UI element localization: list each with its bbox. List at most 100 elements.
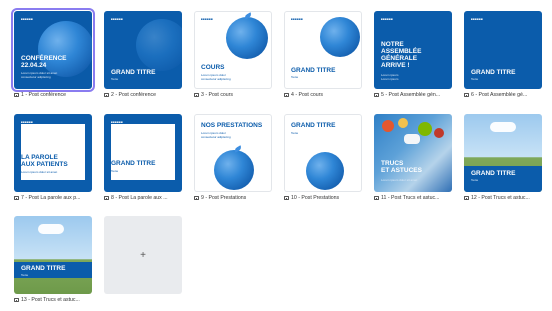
- page-card-6[interactable]: ■■■■■■ GRAND TITRE Texte 6 - Post Assemb…: [464, 11, 542, 98]
- page-thumbnail-11[interactable]: TRUCS ET ASTUCES Lorem ipsum dolor sit a…: [374, 114, 452, 192]
- thumbnail-heading: GRAND TITRE: [291, 67, 336, 74]
- page-label-1[interactable]: 1 - Post conférence: [14, 91, 94, 99]
- thumbnail-subtext: Texte: [21, 273, 29, 277]
- page-icon: [374, 93, 379, 97]
- thumbnail-heading: NOTRE ASSEMBLÉE GÉNÉRALE ARRIVE !: [381, 41, 422, 69]
- apple-image: [226, 17, 268, 59]
- thumbnail-heading: GRAND TITRE: [111, 160, 156, 167]
- page-card-3[interactable]: ■■■■■■ COURS Lorem ipsum dolor consectet…: [194, 11, 272, 98]
- brand-logo: ■■■■■■: [111, 120, 124, 124]
- page-thumbnail-9[interactable]: NOS PRESTATIONS Lorem ipsum dolor consec…: [194, 114, 272, 192]
- page-thumbnail-12[interactable]: GRAND TITRE Texte: [464, 114, 542, 192]
- page-label-6[interactable]: 6 - Post Assemblée gé...: [464, 91, 544, 99]
- page-card-2[interactable]: ■■■■■■ GRAND TITRE Texte 2 - Post confér…: [104, 11, 182, 98]
- cloud-shape: [38, 224, 64, 234]
- thumbnail-heading: GRAND TITRE: [471, 69, 516, 76]
- thumbnail-subtext: Texte: [471, 77, 479, 81]
- page-label-12[interactable]: 12 - Post Trucs et astuc...: [464, 194, 544, 202]
- page-label-4[interactable]: 4 - Post cours: [284, 91, 364, 99]
- thumbnail-heading: COURS: [201, 64, 225, 71]
- page-icon: [14, 93, 19, 97]
- thumbnail-subtext: Lorem ipsum dolor sit amet consectetur a…: [21, 71, 58, 79]
- apple-image: [136, 19, 182, 71]
- speech-box: [111, 124, 175, 180]
- page-icon: [194, 93, 199, 97]
- page-thumbnail-10[interactable]: GRAND TITRE Texte: [284, 114, 362, 192]
- thumbnail-subtext: Texte: [291, 75, 299, 79]
- brand-logo: ■■■■■■: [21, 120, 34, 124]
- brand-logo: ■■■■■■: [21, 17, 34, 21]
- fruit-shape: [398, 118, 408, 128]
- brand-logo: ■■■■■■: [111, 17, 124, 21]
- page-label-5[interactable]: 5 - Post Assemblée gén...: [374, 91, 454, 99]
- page-card-13[interactable]: GRAND TITRE Texte 13 - Post Trucs et ast…: [14, 216, 92, 303]
- page-card-1[interactable]: ■■■■■■ CONFÉRENCE 22.04.24 Lorem ipsum d…: [11, 8, 95, 98]
- fruit-shape: [418, 122, 432, 136]
- page-label-11[interactable]: 11 - Post Trucs et astuc...: [374, 194, 454, 202]
- thumbnail-heading: GRAND TITRE: [21, 265, 66, 272]
- page-label-10[interactable]: 10 - Post Prestations: [284, 194, 364, 202]
- apple-image: [214, 150, 254, 190]
- thumbnail-subtext: Lorem ipsum dolor consectetur adipiscing: [201, 73, 231, 81]
- thumbnail-subtext: Lorem ipsum dolor consectetur adipiscing: [201, 131, 231, 139]
- thumbnail-subtext: Lorem ipsum Lorem ipsum: [381, 73, 399, 81]
- page-icon: [194, 196, 199, 200]
- page-thumbnail-5[interactable]: ■■■■■■ NOTRE ASSEMBLÉE GÉNÉRALE ARRIVE !…: [374, 11, 452, 89]
- page-card-7[interactable]: ■■■■■■ LA PAROLE AUX PATIENTS Lorem ipsu…: [14, 114, 92, 201]
- page-thumbnail-13[interactable]: GRAND TITRE Texte: [14, 216, 92, 294]
- add-page-button[interactable]: +: [104, 216, 182, 294]
- page-icon: [464, 93, 469, 97]
- cloud-shape: [490, 122, 516, 132]
- thumbnail-subtext: Lorem ipsum dolor sit amet: [381, 178, 418, 182]
- page-thumbnail-2[interactable]: ■■■■■■ GRAND TITRE Texte: [104, 11, 182, 89]
- brand-logo: ■■■■■■: [471, 17, 484, 21]
- apple-image: [306, 152, 344, 190]
- page-thumbnail-1[interactable]: ■■■■■■ CONFÉRENCE 22.04.24 Lorem ipsum d…: [11, 8, 95, 92]
- page-thumbnail-8[interactable]: ■■■■■■ GRAND TITRE Texte: [104, 114, 182, 192]
- page-label-7[interactable]: 7 - Post La parole aux p...: [14, 194, 94, 202]
- page-label-9[interactable]: 9 - Post Prestations: [194, 194, 274, 202]
- thumbnail-heading: LA PAROLE AUX PATIENTS: [21, 154, 68, 168]
- page-thumbnail-4[interactable]: ■■■■■■ GRAND TITRE Texte: [284, 11, 362, 89]
- thumbnail-subtext: Texte: [111, 169, 119, 173]
- thumbnail-subtext: Texte: [111, 77, 119, 81]
- thumbnail-heading: GRAND TITRE: [111, 69, 156, 76]
- fruit-shape: [434, 128, 444, 138]
- page-icon: [284, 196, 289, 200]
- page-icon: [284, 93, 289, 97]
- page-label-13[interactable]: 13 - Post Trucs et astuc...: [14, 296, 94, 304]
- thumbnail-subtext: Texte: [291, 131, 299, 135]
- page-icon: [464, 196, 469, 200]
- page-thumbnail-grid: ■■■■■■ CONFÉRENCE 22.04.24 Lorem ipsum d…: [0, 0, 552, 311]
- apple-image: [320, 17, 360, 57]
- page-card-11[interactable]: TRUCS ET ASTUCES Lorem ipsum dolor sit a…: [374, 114, 452, 201]
- thumbnail-heading: CONFÉRENCE 22.04.24: [21, 55, 67, 69]
- thumbnail-heading: NOS PRESTATIONS: [201, 122, 263, 129]
- fruit-shape: [382, 120, 394, 132]
- page-thumbnail-6[interactable]: ■■■■■■ GRAND TITRE Texte: [464, 11, 542, 89]
- thumbnail-heading: GRAND TITRE: [291, 122, 336, 129]
- page-icon: [14, 196, 19, 200]
- plus-icon: +: [140, 249, 146, 261]
- page-label-3[interactable]: 3 - Post cours: [194, 91, 274, 99]
- page-icon: [104, 93, 109, 97]
- page-thumbnail-7[interactable]: ■■■■■■ LA PAROLE AUX PATIENTS Lorem ipsu…: [14, 114, 92, 192]
- page-card-10[interactable]: GRAND TITRE Texte 10 - Post Prestations: [284, 114, 362, 201]
- brand-logo: ■■■■■■: [291, 17, 304, 21]
- page-icon: [374, 196, 379, 200]
- thumbnail-subtext: Texte: [471, 178, 479, 182]
- thumbnail-heading: GRAND TITRE: [471, 170, 516, 177]
- page-card-5[interactable]: ■■■■■■ NOTRE ASSEMBLÉE GÉNÉRALE ARRIVE !…: [374, 11, 452, 98]
- page-thumbnail-3[interactable]: ■■■■■■ COURS Lorem ipsum dolor consectet…: [194, 11, 272, 89]
- brand-logo: ■■■■■■: [381, 17, 394, 21]
- page-card-4[interactable]: ■■■■■■ GRAND TITRE Texte 4 - Post cours: [284, 11, 362, 98]
- page-card-8[interactable]: ■■■■■■ GRAND TITRE Texte 8 - Post La par…: [104, 114, 182, 201]
- thumbnail-subtext: Lorem ipsum dolor sit amet: [21, 170, 58, 174]
- page-card-12[interactable]: GRAND TITRE Texte 12 - Post Trucs et ast…: [464, 114, 542, 201]
- page-card-9[interactable]: NOS PRESTATIONS Lorem ipsum dolor consec…: [194, 114, 272, 201]
- fruit-shape: [404, 134, 420, 144]
- thumbnail-heading: TRUCS ET ASTUCES: [381, 160, 422, 174]
- page-label-8[interactable]: 8 - Post La parole aux ...: [104, 194, 184, 202]
- page-icon: [14, 298, 19, 302]
- page-label-2[interactable]: 2 - Post conférence: [104, 91, 184, 99]
